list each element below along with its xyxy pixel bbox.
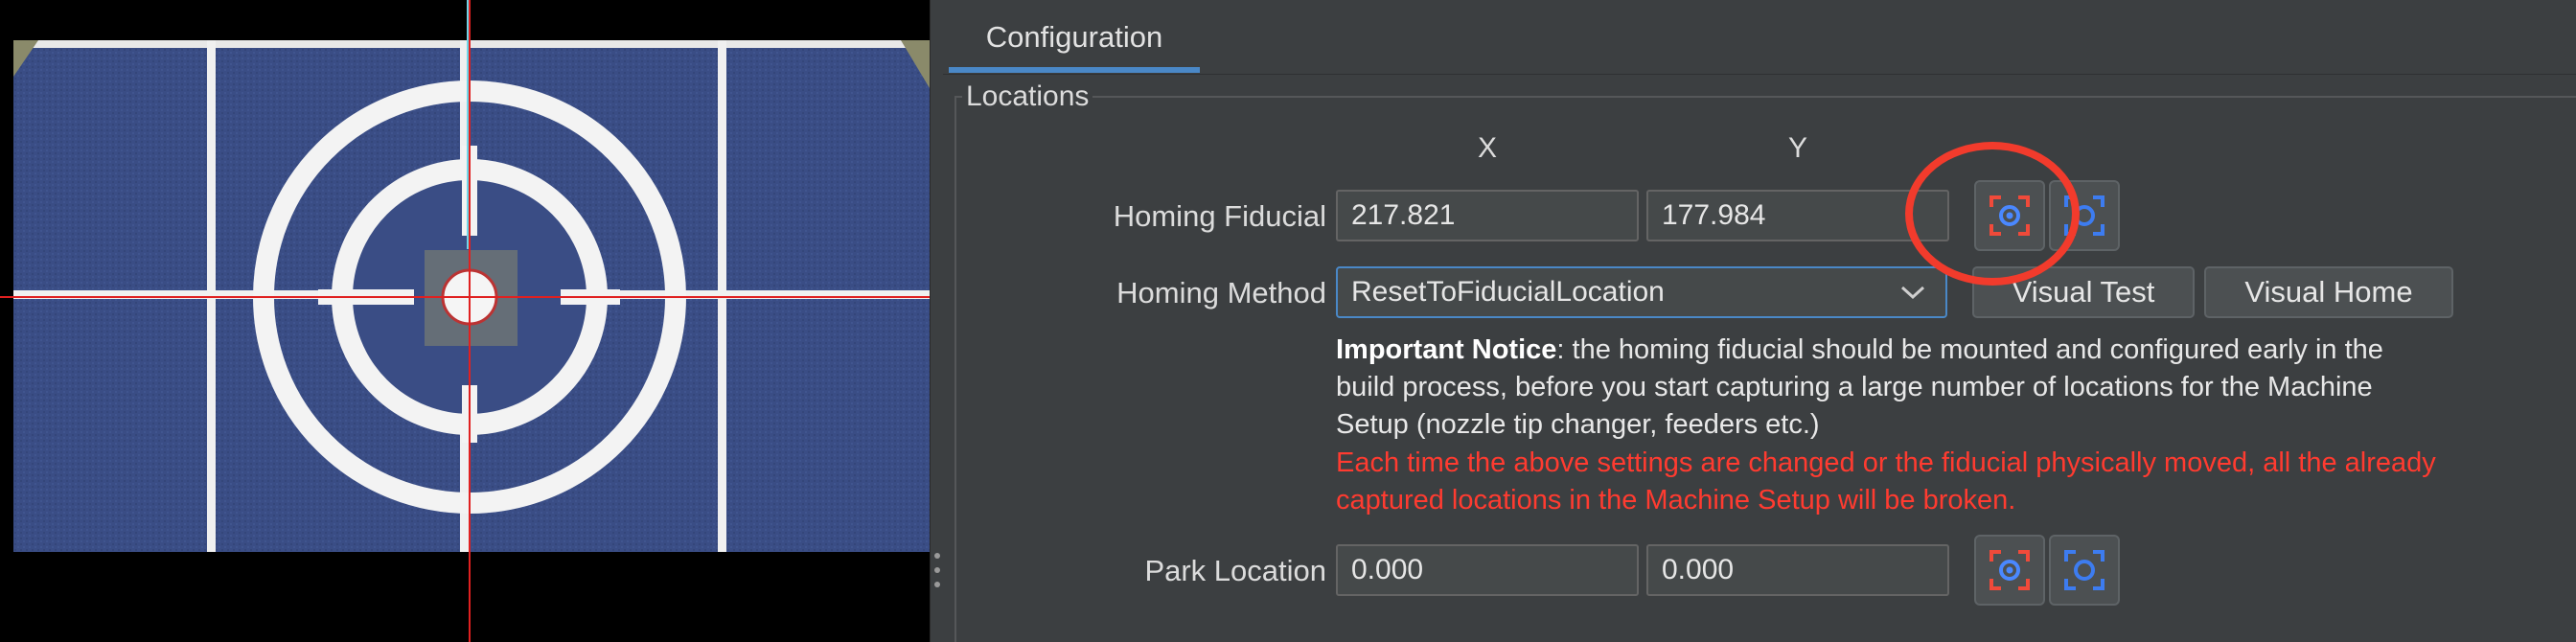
- homing-method-dropdown[interactable]: ResetToFiducialLocation: [1336, 266, 1947, 318]
- group-title: Locations: [962, 80, 1093, 113]
- camera-view[interactable]: [0, 0, 930, 642]
- important-notice: Important Notice: the homing fiducial sh…: [1336, 332, 2438, 444]
- grip-dot: [934, 567, 940, 573]
- camera-image: [0, 0, 930, 642]
- park-capture-camera-location-button[interactable]: [1974, 535, 2045, 606]
- active-tab-indicator: [949, 67, 1200, 73]
- park-location-label: Park Location: [1144, 554, 1326, 587]
- chevron-down-icon: [1894, 278, 1932, 307]
- column-header-y: Y: [1787, 132, 1807, 164]
- position-camera-icon: [2064, 195, 2104, 236]
- park-location-x-field[interactable]: 0.000: [1336, 544, 1639, 596]
- warning-text: Each time the above settings are changed…: [1336, 447, 2436, 516]
- splitter-handle[interactable]: [930, 0, 943, 642]
- capture-camera-location-button[interactable]: [1974, 180, 2045, 251]
- visual-home-button[interactable]: Visual Home: [2204, 266, 2453, 318]
- homing-method-label: Homing Method: [1116, 276, 1326, 310]
- tab-configuration[interactable]: Configuration: [949, 0, 1200, 75]
- homing-fiducial-x-field[interactable]: 217.821: [1336, 190, 1639, 241]
- capture-camera-location-icon: [1990, 550, 2030, 590]
- capture-camera-location-icon: [1990, 195, 2030, 236]
- homing-fiducial-y-field[interactable]: 177.984: [1646, 190, 1949, 241]
- position-camera-icon: [2064, 550, 2104, 590]
- visual-test-button[interactable]: Visual Test: [1972, 266, 2195, 318]
- tab-bar: Configuration: [943, 0, 2576, 75]
- homing-fiducial-label: Homing Fiducial: [1113, 199, 1326, 233]
- grip-dot: [934, 582, 940, 587]
- notice-heading: Important Notice: [1336, 334, 1557, 365]
- configuration-panel: Configuration Locations X Y Homing Fiduc…: [943, 0, 2576, 642]
- park-location-y-field[interactable]: 0.000: [1646, 544, 1949, 596]
- park-position-camera-button[interactable]: [2049, 535, 2120, 606]
- column-header-x: X: [1477, 132, 1497, 164]
- homing-method-selected: ResetToFiducialLocation: [1351, 276, 1665, 308]
- position-camera-button[interactable]: [2049, 180, 2120, 251]
- grip-dot: [934, 553, 940, 559]
